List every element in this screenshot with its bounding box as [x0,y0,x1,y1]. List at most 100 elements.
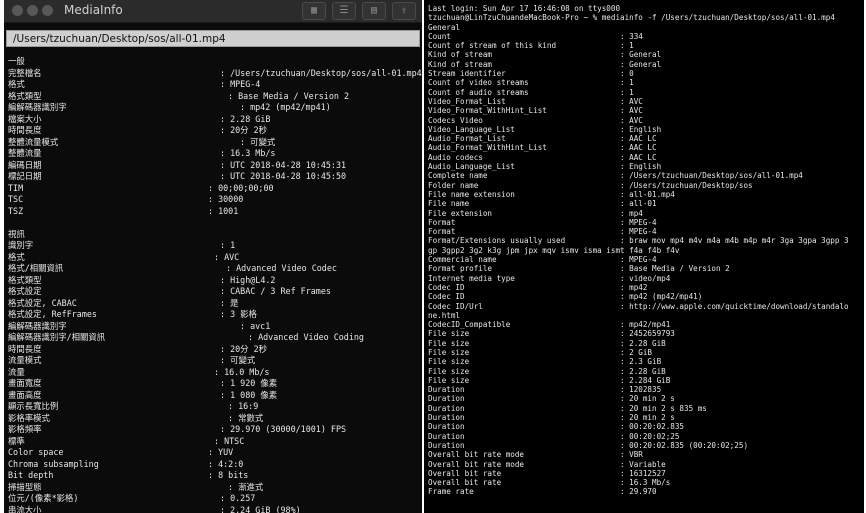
report-key: 流量 [8,366,25,377]
terminal-key: File extension [428,208,493,218]
report-value: : Advanced Video Codec [226,263,337,273]
report-value: : 00;00;00;00 [208,182,274,193]
minimize-window-button[interactable] [27,5,38,16]
report-value: : 可變式 [240,136,276,147]
report-section-heading: 視訊 [8,228,25,239]
report-value: : NTSC [214,435,245,446]
terminal-key: File size [428,366,470,376]
report-value: : 4:2:0 [208,458,244,469]
terminal-key: Format profile [428,264,493,274]
terminal-value: : mp42 [620,282,648,292]
report-value: : 16:9 [228,401,259,411]
terminal-key: Overall bit rate mode [428,450,525,460]
terminal-value: : 16312527 [620,468,666,478]
terminal-line: Video_Format_WithHint_List: AVC [428,106,864,115]
terminal-line: CodecID_Compatible : mp42/mp41 [428,320,864,329]
report-key: 格式類型 [8,274,42,285]
report-row: TSZ: 1001 [8,206,422,218]
report-row: 畫面高度: 1 080 像素 [8,390,422,402]
report-row: 畫面寬度: 1 920 像素 [8,378,422,390]
terminal-value: : 2.3 GiB [620,357,662,367]
terminal-value: : mp4 [620,208,643,218]
report-value: : /Users/tzuchuan/Desktop/sos/all-01.mp4 [220,67,422,78]
terminal-key: File size [428,375,470,385]
terminal-key: Duration [428,422,465,432]
report-key: 格式 [8,251,25,262]
report-row: 格式設定, CABAC: 是 [8,298,422,310]
terminal-output: Last login: Sun Apr 17 16:46:08 on ttys0… [428,4,864,497]
terminal-line: Kind of stream: General [428,60,864,69]
report-key: 標記日期 [8,171,42,181]
report-row: 串流大小: 2.24 GiB (98%) [8,505,422,513]
report-value: : 20分 2秒 [220,343,268,354]
terminal-value: : 334 [620,31,643,41]
report-row: 格式: MPEG-4 [8,79,422,91]
terminal-key: Duration [428,440,465,450]
terminal-key: Count [428,31,451,41]
terminal-key: File size [428,338,470,348]
grid-view-icon[interactable]: ▦ [302,2,326,20]
text-view-icon[interactable]: ▤ [362,2,386,20]
terminal-key: Duration [428,413,465,423]
report-value: : 漸進式 [228,481,264,492]
report-value: : 8 bits [208,470,249,480]
terminal-value: : English [620,124,662,134]
terminal-key: Duration [428,431,465,441]
report-value: : 是 [220,297,239,308]
terminal-value: : 20 min 2 s 835 ms [620,403,707,413]
close-window-button[interactable] [12,5,23,16]
terminal-key: Codec ID [428,292,465,302]
file-path-bar[interactable]: /Users/tzuchuan/Desktop/sos/all-01.mp4 [6,30,420,47]
report-row: 流量: 16.0 Mb/s [8,367,422,379]
terminal-key: Duration [428,385,465,395]
terminal-window[interactable]: Last login: Sun Apr 17 16:46:08 on ttys0… [424,0,864,513]
terminal-key: Video_Format_List [428,96,506,106]
report-row: 格式設定, RefFrames: 3 影格 [8,309,422,321]
report-value: : Base Media / Version 2 [228,90,350,101]
terminal-line: File size : 2 GiB [428,348,864,357]
terminal-line: Kind of stream: General [428,50,864,59]
terminal-value: : 00:20:02.835 (00:20:02;25) [620,440,749,450]
zoom-window-button[interactable] [42,5,53,16]
report-value: : 29.970 (30000/1001) FPS [220,424,347,434]
report-value: : 16.3 Mb/s [220,148,276,158]
terminal-value: : 00:20:02;25 [620,431,680,441]
terminal-value: : Base Media / Version 2 [620,264,730,274]
terminal-value: : English [620,162,662,172]
terminal-key: Audio_Format_WithHint_List [428,143,547,153]
terminal-line: Duration: 20 min 2 s [428,413,864,422]
report-row: TSC: 30000 [8,194,422,206]
terminal-key: File name [428,199,470,209]
terminal-key: CodecID_Compatible [428,320,511,330]
terminal-value: : 2 GiB [620,347,653,357]
terminal-line: Duration: 00:20:02.835 [428,422,864,431]
terminal-line: Audio_Format_WithHint_List: AAC LC [428,143,864,152]
report-row: 顯示長寬比例 : 16:9 [8,401,422,413]
terminal-value: : /Users/tzuchuan/Desktop/sos [620,180,753,190]
report-key: 格式設定 [8,286,42,296]
terminal-line: gp 3gpp2 3g2 k3g jpm jpx mqv ismv isma i… [428,246,864,255]
report-key: 格式設定, RefFrames [8,309,97,319]
list-view-icon[interactable]: ☰ [332,2,356,20]
report-key: TSC [8,194,24,204]
terminal-line: Duration : 00:20:02.835 (00:20:02;25) [428,441,864,450]
report-row: 整體流量: 16.3 Mb/s [8,148,422,160]
terminal-key: Internet media type [428,273,515,283]
report-key: 顯示長寬比例 [8,401,59,411]
terminal-value: : mp42/mp41 [620,320,671,330]
terminal-key: File size [428,347,470,357]
terminal-line: Count of video streams: 1 [428,78,864,87]
report-row: 標記日期 : UTC 2018-04-28 10:45:50 [8,171,422,183]
export-icon[interactable]: ⇪ [392,2,416,20]
report-key: 位元/(像素*影格) [8,493,79,503]
report-value: : UTC 2018-04-28 10:45:50 [220,171,347,181]
terminal-line: Complete name: /Users/tzuchuan/Desktop/s… [428,171,864,180]
terminal-key: Duration [428,403,465,413]
terminal-key: Folder name [428,180,479,190]
report-row: 影格率模式: 常數式 [8,413,422,425]
command-prompt-line: tzuchuan@LinTzuChuandeMacBook-Pro ~ % me… [428,13,835,23]
terminal-key: Complete name [428,171,488,181]
report-key: TSZ [8,205,24,216]
terminal-line: Audio_Language_List: English [428,162,864,171]
report-key: 串流大小 [8,504,42,513]
